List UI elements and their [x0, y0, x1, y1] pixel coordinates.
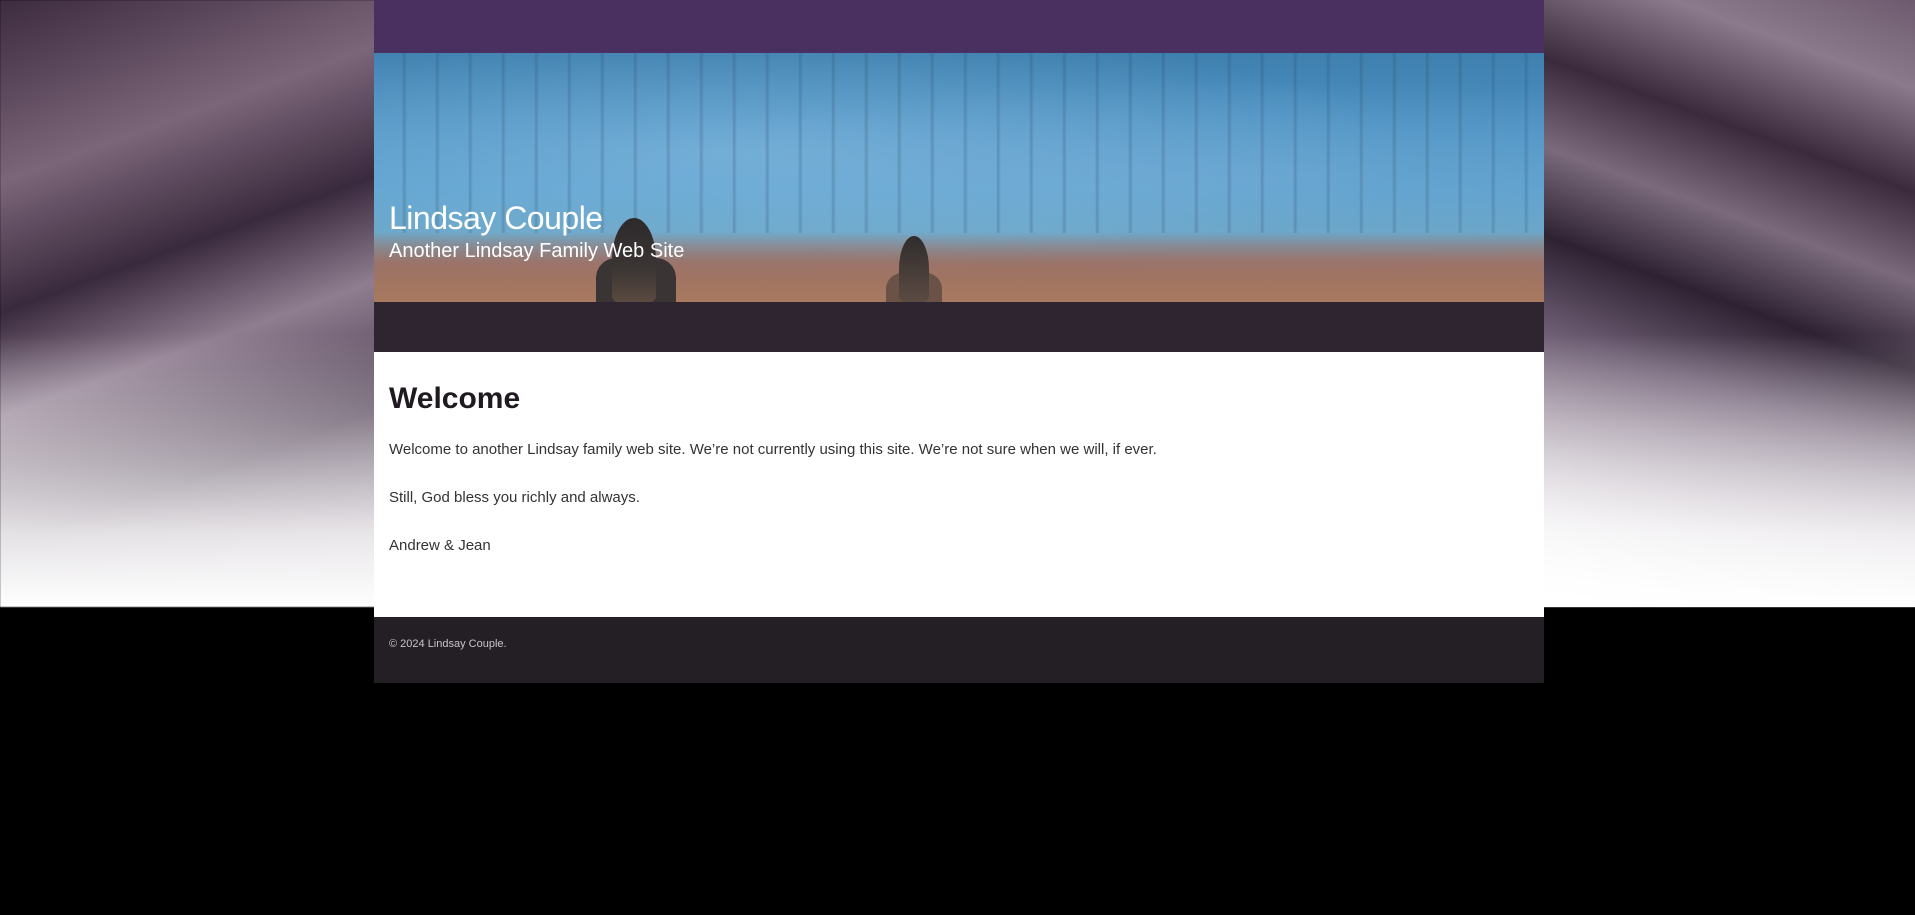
site-title[interactable]: Lindsay Couple	[389, 200, 684, 236]
site-tagline: Another Lindsay Family Web Site	[389, 240, 685, 263]
banner-person-right	[899, 236, 929, 302]
site-branding: Lindsay Couple Another Lindsay Family We…	[389, 200, 685, 263]
page-container: Lindsay Couple Another Lindsay Family We…	[374, 0, 1544, 683]
footer-copyright: © 2024 Lindsay Couple.	[389, 638, 507, 650]
header-banner: Lindsay Couple Another Lindsay Family We…	[374, 53, 1544, 302]
navigation-bar	[374, 302, 1544, 352]
content-paragraph: Welcome to another Lindsay family web si…	[389, 441, 1157, 458]
page-title: Welcome	[389, 382, 521, 415]
content-paragraph: Andrew & Jean	[389, 537, 491, 554]
content-paragraph: Still, God bless you richly and always.	[389, 489, 640, 506]
main-content: Welcome Welcome to another Lindsay famil…	[374, 352, 1544, 617]
site-footer: © 2024 Lindsay Couple.	[374, 617, 1544, 683]
page-background-right	[1544, 0, 1915, 607]
top-bar	[374, 0, 1544, 53]
